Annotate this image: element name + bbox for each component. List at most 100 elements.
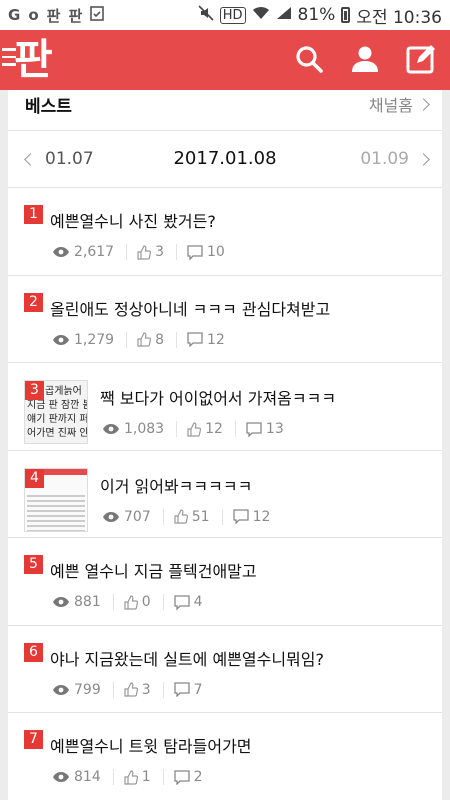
- thumbs-up-icon: [137, 332, 152, 347]
- hd-badge: HD: [219, 6, 246, 24]
- comment-count: 10: [187, 244, 237, 260]
- user-icon[interactable]: [350, 44, 380, 74]
- comment-icon: [246, 421, 262, 437]
- like-count: 51: [174, 508, 223, 525]
- battery-icon: [341, 7, 351, 23]
- comment-count-value: 12: [252, 508, 271, 525]
- view-count: 814: [52, 769, 114, 785]
- thumbnail-text: 어가면 진짜 안: [27, 428, 88, 439]
- post-thumbnail: 4: [24, 467, 88, 532]
- like-count-value: 51: [191, 508, 210, 525]
- like-count: 3: [124, 681, 164, 698]
- post-title[interactable]: 야나 지금왔는데 실트에 예쁜열수니뭐임?: [50, 646, 324, 670]
- comment-count: 12: [232, 508, 283, 525]
- thumbs-up-icon: [137, 244, 152, 260]
- thumbs-up-icon: [187, 421, 202, 437]
- chevron-right-icon: [417, 97, 430, 111]
- next-date-button[interactable]: 01.09: [360, 149, 430, 169]
- comment-count-value: 10: [207, 244, 225, 260]
- post-item[interactable]: 3 곱게늙어 지금 판 잠깐 봄 얘기 판까지 퍼 어가면 진짜 안 짹 보다가 어이…: [8, 363, 442, 451]
- comment-icon: [187, 244, 203, 260]
- comment-count-value: 4: [193, 594, 203, 610]
- like-count-value: 12: [205, 421, 223, 437]
- notification-g-icon: G: [8, 6, 21, 24]
- post-title[interactable]: 올린애도 정상아니네 ㅋㅋㅋ 관심다쳐받고: [50, 296, 330, 320]
- view-count: 799: [52, 681, 114, 698]
- comment-icon: [174, 769, 190, 785]
- eye-icon: [52, 684, 70, 696]
- like-count-value: 3: [141, 681, 151, 698]
- view-count-value: 1,083: [124, 421, 165, 437]
- view-count-value: 814: [74, 769, 101, 785]
- view-count: 1,279: [52, 331, 128, 348]
- rank-badge: 6: [24, 642, 43, 662]
- app-logo[interactable]: 판: [14, 33, 53, 87]
- channel-home-link[interactable]: 채널홈: [368, 92, 430, 116]
- eye-icon: [102, 423, 120, 435]
- thumbnail-text: 얘기 판까지 퍼: [27, 414, 88, 425]
- post-stats: 881 0 4: [52, 594, 225, 610]
- channel-home-label: 채널홈: [368, 96, 413, 115]
- like-count: 1: [124, 769, 164, 785]
- like-count: 3: [137, 244, 178, 260]
- best-card: 베스트 채널홈 01.07 2017.01.08 01.09 1 예쁜열수니 사…: [8, 90, 442, 800]
- post-item[interactable]: 1 예쁜열수니 사진 봤거든? 2,617 3 10: [8, 188, 442, 276]
- comment-count-value: 7: [193, 681, 203, 698]
- section-title: 베스트: [25, 97, 72, 117]
- comment-count-value: 13: [265, 421, 284, 437]
- rank-badge: 2: [24, 292, 43, 312]
- status-bar: G o 판 판 HD 81% 오전 10:36: [0, 0, 450, 30]
- post-stats: 1,083 12 13: [102, 421, 306, 437]
- eye-icon: [52, 596, 70, 608]
- comment-icon: [232, 509, 249, 524]
- like-count: 12: [187, 421, 236, 437]
- signal-icon: [276, 5, 292, 25]
- post-title[interactable]: 예쁜 열수니 지금 플텍건애말고: [50, 558, 257, 582]
- thumbs-up-icon: [174, 509, 188, 524]
- date-navigator: 01.07 2017.01.08 01.09: [8, 130, 442, 188]
- post-thumbnail: 3 곱게늙어 지금 판 잠깐 봄 얘기 판까지 퍼 어가면 진짜 안: [24, 380, 88, 444]
- post-stats: 707 51 12: [102, 508, 292, 525]
- comment-count: 7: [174, 682, 215, 698]
- post-item[interactable]: 6 야나 지금왔는데 실트에 예쁜열수니뭐임? 799 3 7: [8, 626, 442, 713]
- view-count-value: 881: [74, 594, 101, 610]
- write-icon[interactable]: [406, 44, 436, 74]
- thumbs-up-icon: [124, 682, 138, 697]
- eye-icon: [52, 334, 70, 346]
- post-item[interactable]: 2 올린애도 정상아니네 ㅋㅋㅋ 관심다쳐받고 1,279 8 12: [8, 276, 442, 363]
- post-title[interactable]: 짹 보다가 어이없어서 가져옴ㅋㅋㅋ: [100, 385, 336, 409]
- rank-badge: 4: [25, 468, 44, 488]
- comment-count: 2: [174, 769, 215, 785]
- thumbs-up-icon: [124, 769, 138, 785]
- like-count-value: 3: [155, 244, 165, 260]
- eye-icon: [52, 771, 70, 783]
- comment-icon: [174, 682, 190, 697]
- post-item[interactable]: 7 예쁜열수니 트윗 탐라들어가면 814 1 2: [8, 713, 442, 800]
- post-title[interactable]: 예쁜열수니 트윗 탐라들어가면: [50, 733, 252, 757]
- mute-icon: [198, 4, 214, 26]
- battery-percent: 81%: [297, 5, 336, 25]
- post-stats: 2,617 3 10: [52, 244, 247, 260]
- rank-badge: 1: [24, 205, 43, 224]
- view-count: 2,617: [52, 244, 128, 260]
- notification-pan-icon: 판: [46, 6, 61, 25]
- post-title[interactable]: 이거 읽어봐ㅋㅋㅋㅋㅋ: [100, 473, 252, 497]
- post-item[interactable]: 5 예쁜 열수니 지금 플텍건애말고 881 0 4: [8, 538, 442, 626]
- section-header: 베스트 채널홈: [8, 90, 442, 130]
- comment-count: 12: [187, 332, 237, 348]
- comment-count-value: 12: [207, 331, 225, 348]
- view-count-value: 1,279: [74, 331, 115, 348]
- chevron-right-icon: [417, 152, 430, 166]
- rank-badge: 5: [24, 555, 43, 574]
- view-count-value: 707: [124, 508, 151, 525]
- clock: 오전 10:36: [356, 7, 442, 28]
- view-count: 707: [102, 508, 164, 525]
- clipboard-icon: [90, 5, 105, 25]
- view-count-value: 2,617: [74, 244, 115, 260]
- eye-icon: [52, 246, 70, 258]
- post-item[interactable]: 4 이거 읽어봐ㅋㅋㅋㅋㅋ 707 51 12: [8, 451, 442, 538]
- post-stats: 814 1 2: [52, 769, 225, 785]
- search-icon[interactable]: [294, 44, 324, 74]
- post-title[interactable]: 예쁜열수니 사진 봤거든?: [50, 208, 216, 232]
- view-count-value: 799: [74, 681, 101, 698]
